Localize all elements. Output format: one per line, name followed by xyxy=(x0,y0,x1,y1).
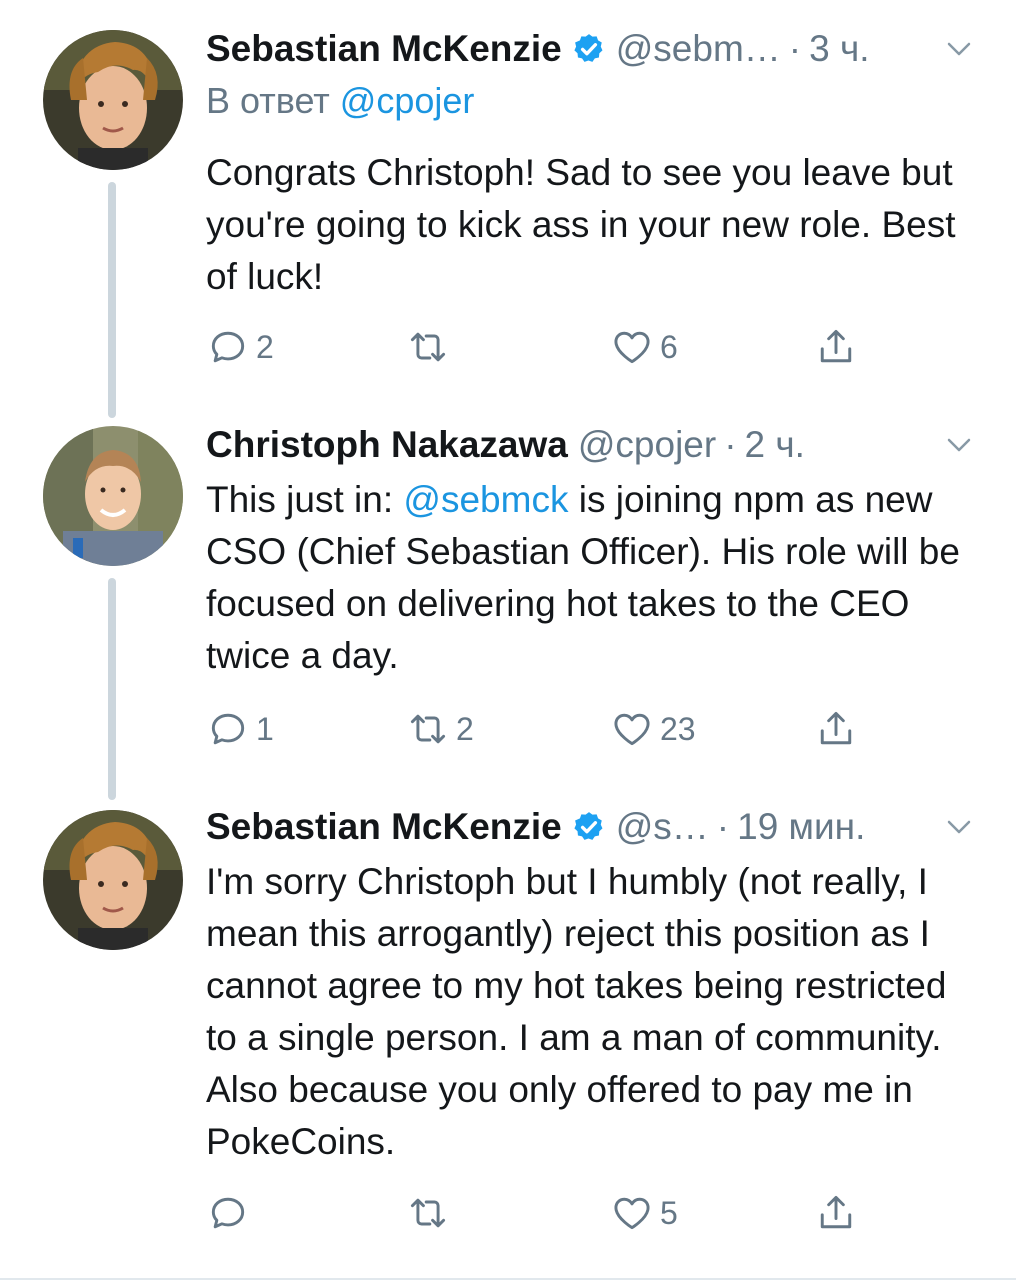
reply-prefix: В ответ xyxy=(206,80,330,121)
reply-context: В ответ @cpojer xyxy=(206,80,474,122)
separator: · xyxy=(716,806,730,847)
reply-count: 1 xyxy=(256,710,274,747)
timestamp[interactable]: 3 ч. xyxy=(809,28,869,70)
thread-connector xyxy=(108,578,116,800)
like-button[interactable]: 6 xyxy=(610,322,678,372)
heart-icon xyxy=(614,713,650,746)
author-handle[interactable]: @s… xyxy=(616,806,709,848)
reply-icon xyxy=(211,713,245,745)
share-icon xyxy=(820,711,852,745)
retweet-button[interactable] xyxy=(406,1188,456,1238)
verified-badge-icon xyxy=(574,34,603,62)
retweet-icon xyxy=(410,332,446,362)
reply-icon xyxy=(211,1197,245,1229)
reply-count: 2 xyxy=(256,328,274,365)
share-button[interactable] xyxy=(814,322,858,372)
chevron-down-icon[interactable] xyxy=(944,34,974,64)
separator: · xyxy=(724,424,737,465)
heart-icon xyxy=(614,1197,650,1230)
chevron-down-icon[interactable] xyxy=(944,430,974,460)
retweet-icon xyxy=(410,1198,446,1228)
author-handle[interactable]: @cpojer xyxy=(578,424,716,466)
author-name[interactable]: Christoph Nakazawa xyxy=(206,424,568,466)
tweet-3[interactable]: Sebastian McKenzie @s… · 19 мин. I'm sor… xyxy=(0,802,1016,1280)
action-bar: 1 2 23 xyxy=(206,704,866,754)
action-bar: 2 6 xyxy=(206,322,866,372)
verified-badge-icon xyxy=(574,812,603,840)
retweet-icon xyxy=(410,714,446,744)
avatar-sebastian[interactable] xyxy=(43,810,183,950)
reply-icon xyxy=(211,331,245,363)
tweet-text: Congrats Christoph! Sad to see you leave… xyxy=(206,152,956,297)
tweet-header: Sebastian McKenzie @s… · 19 мин. xyxy=(206,804,974,850)
reply-to-mention[interactable]: @cpojer xyxy=(340,80,475,121)
thread-connector xyxy=(108,182,116,418)
tweet-2[interactable]: Christoph Nakazawa @cpojer · 2 ч. This j… xyxy=(0,420,1016,802)
retweet-button[interactable]: 2 xyxy=(406,704,474,754)
tweet-text: I'm sorry Christoph but I humbly (not re… xyxy=(206,861,947,1162)
retweet-button[interactable] xyxy=(406,322,456,372)
share-icon xyxy=(820,329,852,363)
timestamp[interactable]: 19 мин. xyxy=(737,806,865,848)
action-bar: 5 xyxy=(206,1188,866,1238)
tweet-1[interactable]: Sebastian McKenzie @sebm… · 3 ч. В ответ… xyxy=(0,0,1016,420)
like-count: 23 xyxy=(660,710,696,747)
tweet-text: This just in: @sebmck is joining npm as … xyxy=(206,474,986,682)
text-segment: This just in: xyxy=(206,479,404,520)
like-count: 6 xyxy=(660,328,678,365)
separator: · xyxy=(788,28,802,69)
timestamp[interactable]: 2 ч. xyxy=(745,424,805,466)
avatar-christoph[interactable] xyxy=(43,426,183,566)
reply-button[interactable]: 1 xyxy=(206,704,274,754)
reply-button[interactable]: 2 xyxy=(206,322,274,372)
tweet-header: Christoph Nakazawa @cpojer · 2 ч. xyxy=(206,422,974,468)
avatar-sebastian[interactable] xyxy=(43,30,183,170)
like-button[interactable]: 23 xyxy=(610,704,696,754)
heart-icon xyxy=(614,331,650,364)
share-icon xyxy=(820,1195,852,1229)
share-button[interactable] xyxy=(814,704,858,754)
chevron-down-icon[interactable] xyxy=(944,812,974,842)
retweet-count: 2 xyxy=(456,710,474,747)
author-handle[interactable]: @sebm… xyxy=(616,28,781,70)
like-button[interactable]: 5 xyxy=(610,1188,678,1238)
author-name[interactable]: Sebastian McKenzie xyxy=(206,28,562,70)
tweet-header: Sebastian McKenzie @sebm… · 3 ч. xyxy=(206,26,974,72)
share-button[interactable] xyxy=(814,1188,858,1238)
like-count: 5 xyxy=(660,1194,678,1231)
reply-button[interactable] xyxy=(206,1188,256,1238)
author-name[interactable]: Sebastian McKenzie xyxy=(206,806,562,848)
mention-link[interactable]: @sebmck xyxy=(403,479,568,520)
